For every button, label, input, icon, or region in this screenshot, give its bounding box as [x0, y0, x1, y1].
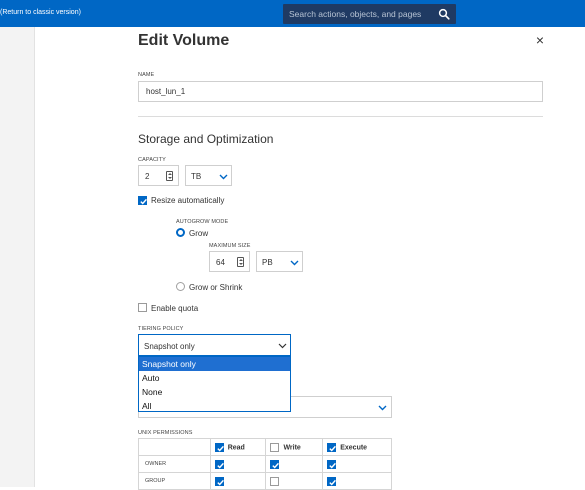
execute-all-checkbox[interactable]	[327, 442, 337, 452]
check-icon	[216, 462, 224, 469]
read-all-checkbox[interactable]	[214, 442, 224, 452]
write-header: Write	[265, 438, 324, 456]
write-header-label: Write	[283, 443, 301, 451]
write-all-checkbox[interactable]	[270, 442, 280, 452]
search-icon[interactable]	[438, 8, 450, 20]
unix-permissions-label: UNIX PERMISSIONS	[138, 430, 193, 436]
capacity-unit-select[interactable]: TB	[185, 165, 232, 186]
spinner-icon[interactable]	[237, 257, 244, 267]
group-write-checkbox[interactable]	[270, 476, 280, 486]
name-label: NAME	[138, 72, 155, 78]
chevron-down-icon	[278, 343, 287, 349]
left-gutter	[0, 27, 35, 487]
check-icon	[216, 479, 224, 486]
grow-label: Grow	[189, 229, 209, 238]
chevron-down-icon	[378, 405, 387, 411]
permissions-header-row: Read Write Execute	[138, 438, 392, 456]
capacity-value: 2	[145, 172, 150, 181]
resize-automatically-label: Resize automatically	[151, 196, 225, 205]
capacity-stepper[interactable]: 2	[138, 165, 179, 186]
autogrow-mode-label: AUTOGROW MODE	[176, 219, 229, 225]
read-header: Read	[209, 438, 267, 456]
tiering-policy-label: TIERING POLICY	[138, 326, 184, 332]
tiering-policy-value: Snapshot only	[144, 342, 195, 351]
execute-header: Execute	[322, 438, 392, 456]
chevron-down-icon	[219, 174, 228, 180]
tiering-option-auto[interactable]: Auto	[139, 371, 290, 385]
check-icon	[216, 445, 224, 452]
resize-automatically-checkbox[interactable]	[138, 196, 147, 205]
tiering-option-all[interactable]: All	[139, 399, 290, 413]
owner-read-checkbox[interactable]	[214, 459, 224, 469]
permissions-table: Read Write Execute OWNER GROUP	[138, 438, 392, 490]
enable-quota-checkbox[interactable]	[138, 303, 147, 312]
group-read-checkbox[interactable]	[214, 476, 224, 486]
chevron-down-icon	[290, 260, 299, 266]
tiering-option-snapshot-only[interactable]: Snapshot only	[139, 357, 290, 371]
maximum-size-unit-select[interactable]: PB	[256, 251, 303, 272]
enable-quota-label: Enable quota	[151, 304, 199, 313]
capacity-label: CAPACITY	[138, 157, 166, 163]
maximum-size-stepper[interactable]: 64	[209, 251, 250, 272]
return-link-text: Return to classic version	[2, 9, 79, 16]
table-corner-cell	[138, 438, 211, 456]
check-icon	[329, 479, 337, 486]
maximum-size-value: 64	[216, 258, 225, 267]
dialog-title: Edit Volume	[138, 32, 230, 49]
owner-write-cell	[265, 455, 324, 473]
owner-row-label: OWNER	[138, 455, 211, 473]
capacity-unit-value: TB	[191, 172, 202, 181]
check-icon	[329, 462, 337, 469]
search-input[interactable]	[283, 4, 433, 24]
group-execute-checkbox[interactable]	[327, 476, 337, 486]
execute-header-label: Execute	[340, 443, 368, 451]
return-to-classic-link[interactable]: (Return to classic version)	[0, 9, 81, 16]
name-input[interactable]	[138, 81, 543, 102]
owner-execute-checkbox[interactable]	[327, 459, 337, 469]
check-icon	[329, 445, 337, 452]
grow-or-shrink-label: Grow or Shrink	[189, 283, 243, 292]
maximum-size-unit-value: PB	[262, 258, 273, 267]
grow-or-shrink-radio[interactable]	[176, 282, 185, 291]
check-icon	[140, 198, 147, 205]
storage-section-title: Storage and Optimization	[138, 132, 274, 146]
global-search[interactable]	[283, 4, 456, 24]
check-icon	[272, 462, 280, 469]
tiering-policy-select[interactable]: Snapshot only	[138, 334, 291, 356]
tiering-policy-dropdown: Snapshot only Auto None All	[138, 356, 291, 412]
top-bar: (Return to classic version)	[0, 0, 585, 27]
close-icon[interactable]: ×	[534, 33, 546, 47]
section-divider	[138, 116, 543, 117]
table-row: OWNER	[138, 455, 392, 473]
spinner-icon[interactable]	[166, 171, 173, 181]
owner-write-checkbox[interactable]	[270, 459, 280, 469]
read-header-label: Read	[227, 443, 245, 451]
owner-read-cell	[209, 455, 267, 473]
tiering-option-none[interactable]: None	[139, 385, 290, 399]
maximum-size-label: MAXIMUM SIZE	[209, 243, 251, 249]
owner-execute-cell	[322, 455, 392, 473]
grow-radio[interactable]	[176, 228, 185, 237]
